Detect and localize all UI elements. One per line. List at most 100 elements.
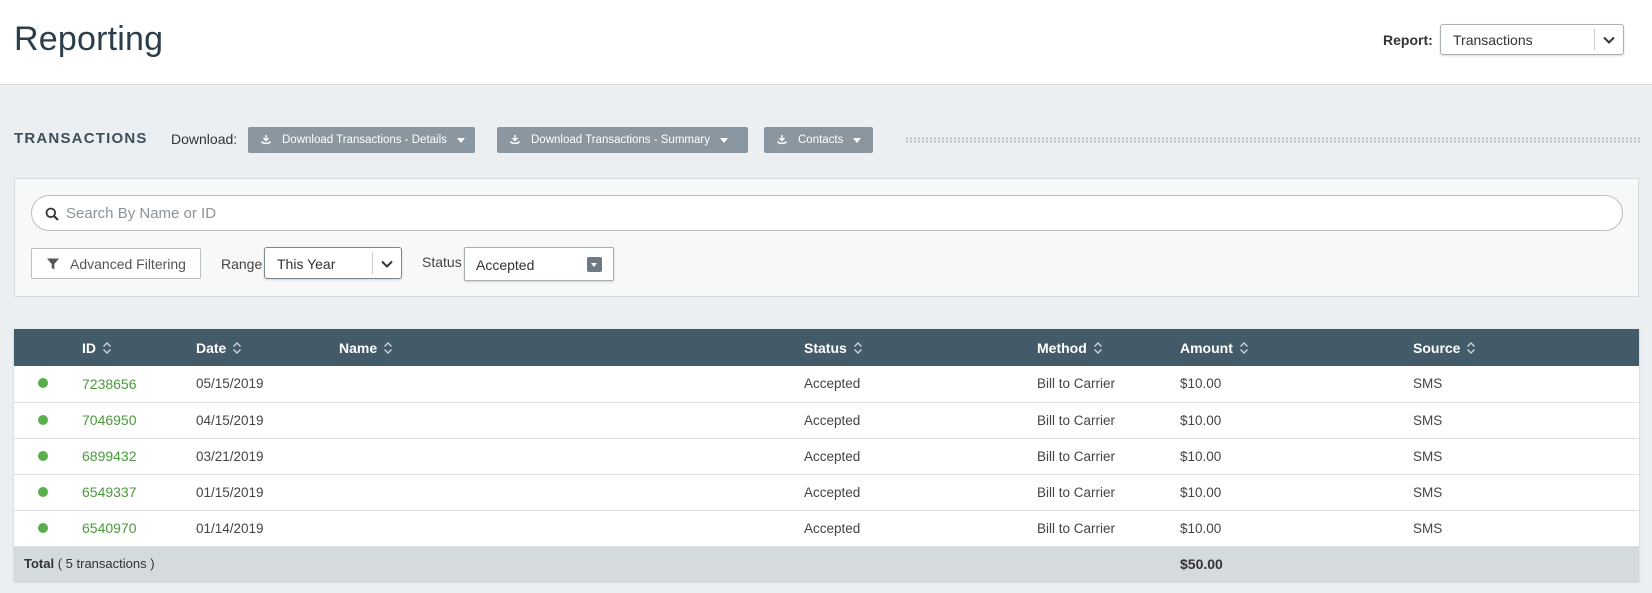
transactions-table: ID Date Name Status Method Amount Source… [14, 329, 1639, 581]
table-row[interactable]: 6540970 01/14/2019 Accepted Bill to Carr… [14, 510, 1639, 546]
col-header-label: Date [196, 339, 227, 356]
transaction-id-link[interactable]: 6549337 [82, 474, 196, 510]
sort-icon [384, 341, 393, 354]
cell-amount: $10.00 [1180, 376, 1222, 392]
table-header-row: ID Date Name Status Method Amount Source [14, 329, 1639, 366]
cell-amount: $10.00 [1180, 520, 1222, 536]
col-header-label: Source [1413, 339, 1461, 356]
col-header-label: Amount [1180, 339, 1233, 356]
download-summary-label: Download Transactions - Summary [531, 134, 710, 146]
caret-down-icon [853, 137, 862, 143]
caret-down-icon [719, 137, 728, 143]
cell-date: 04/15/2019 [196, 412, 264, 428]
range-label: Range [221, 256, 263, 272]
sort-icon [233, 341, 242, 354]
cell-status: Accepted [804, 376, 861, 392]
chevron-down-icon [381, 260, 393, 268]
col-header-status[interactable]: Status [804, 329, 1037, 366]
select-divider [372, 252, 373, 274]
table-row[interactable]: 6899432 03/21/2019 Accepted Bill to Carr… [14, 438, 1639, 474]
chevron-down-icon [1603, 36, 1615, 44]
cell-name [339, 474, 804, 510]
caret-down-icon [456, 137, 465, 143]
sort-icon [1093, 341, 1102, 354]
download-details-button[interactable]: Download Transactions - Details [248, 127, 475, 153]
cell-status: Accepted [804, 412, 861, 428]
total-cell: Total ( 5 transactions ) [14, 546, 1180, 581]
transaction-id-link[interactable]: 6899432 [82, 438, 196, 474]
cell-name [339, 402, 804, 438]
cell-amount: $10.00 [1180, 412, 1222, 428]
download-contacts-button[interactable]: Contacts [764, 127, 873, 153]
col-header-amount[interactable]: Amount [1180, 329, 1413, 366]
search-icon [45, 207, 59, 221]
cell-name [339, 510, 804, 546]
status-dot-icon [38, 378, 48, 389]
col-status-dot [14, 329, 82, 366]
cell-method: Bill to Carrier [1037, 484, 1116, 500]
table-total-row: Total ( 5 transactions ) $50.00 [14, 546, 1639, 581]
filter-panel: Advanced Filtering Range This Year Statu… [14, 178, 1639, 297]
cell-date: 03/21/2019 [196, 448, 264, 464]
download-details-label: Download Transactions - Details [282, 134, 447, 146]
download-contacts-label: Contacts [798, 134, 844, 146]
cell-source: SMS [1413, 412, 1443, 428]
col-header-label: ID [82, 339, 96, 356]
status-dot-icon [38, 486, 48, 497]
sort-icon [103, 341, 111, 354]
filter-icon [47, 258, 59, 269]
search-box [31, 195, 1623, 231]
download-icon [777, 135, 787, 145]
col-header-id[interactable]: ID [82, 329, 196, 366]
transaction-id-link[interactable]: 7046950 [82, 402, 196, 438]
download-icon [510, 135, 520, 145]
cell-status: Accepted [804, 484, 861, 500]
table-row[interactable]: 7238656 05/15/2019 Accepted Bill to Carr… [14, 366, 1639, 402]
dotted-divider [905, 137, 1640, 143]
advanced-filtering-label: Advanced Filtering [70, 255, 186, 272]
table-row[interactable]: 6549337 01/15/2019 Accepted Bill to Carr… [14, 474, 1639, 510]
total-count: ( 5 transactions ) [57, 556, 155, 572]
table-row[interactable]: 7046950 04/15/2019 Accepted Bill to Carr… [14, 402, 1639, 438]
download-summary-button[interactable]: Download Transactions - Summary [497, 127, 748, 153]
cell-method: Bill to Carrier [1037, 412, 1116, 428]
cell-source: SMS [1413, 520, 1443, 536]
cell-method: Bill to Carrier [1037, 448, 1116, 464]
page-header: Reporting Report: Transactions [0, 0, 1652, 85]
cell-date: 01/14/2019 [196, 520, 264, 536]
advanced-filtering-button[interactable]: Advanced Filtering [31, 248, 201, 279]
col-header-label: Name [339, 339, 378, 356]
sort-icon [1239, 341, 1248, 354]
search-input[interactable] [66, 202, 1566, 224]
col-header-source[interactable]: Source [1413, 329, 1639, 366]
report-select[interactable]: Transactions [1440, 24, 1624, 55]
cell-status: Accepted [804, 520, 861, 536]
download-label: Download: [171, 131, 238, 147]
cell-status: Accepted [804, 448, 861, 464]
transaction-id-link[interactable]: 7238656 [82, 366, 196, 402]
cell-source: SMS [1413, 376, 1443, 392]
select-divider [1594, 29, 1595, 50]
col-header-method[interactable]: Method [1037, 329, 1180, 366]
cell-method: Bill to Carrier [1037, 520, 1116, 536]
col-header-date[interactable]: Date [196, 329, 339, 366]
section-title: TRANSACTIONS [14, 130, 148, 147]
range-select[interactable]: This Year [264, 247, 402, 279]
range-select-value: This Year [277, 256, 336, 272]
cell-name [339, 366, 804, 402]
total-label: Total [24, 556, 55, 572]
cell-method: Bill to Carrier [1037, 376, 1116, 392]
status-label: Status [422, 254, 462, 270]
status-select[interactable]: Accepted [464, 247, 614, 281]
cell-amount: $10.00 [1180, 484, 1222, 500]
col-header-name[interactable]: Name [339, 329, 804, 366]
cell-source: SMS [1413, 448, 1443, 464]
status-dot-icon [38, 450, 48, 461]
col-header-label: Method [1037, 339, 1087, 356]
transaction-id-link[interactable]: 6540970 [82, 510, 196, 546]
report-select-value: Transactions [1453, 32, 1533, 48]
cell-date: 01/15/2019 [196, 484, 264, 500]
cell-date: 05/15/2019 [196, 376, 264, 392]
col-header-label: Status [804, 339, 847, 356]
total-amount: $50.00 [1180, 555, 1223, 572]
